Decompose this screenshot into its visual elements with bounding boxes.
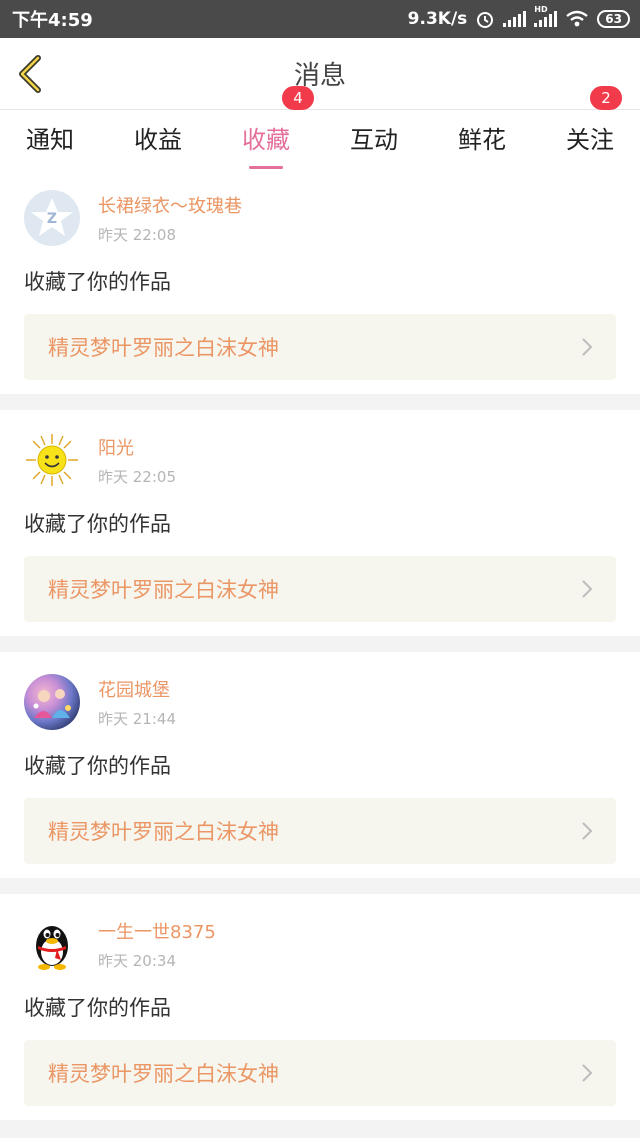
- user-name[interactable]: 长裙绿衣〜玫瑰巷: [98, 192, 242, 218]
- svg-text:Z: Z: [47, 211, 57, 227]
- default-avatar[interactable]: Z: [24, 190, 80, 246]
- follow-badge: 2: [590, 85, 622, 110]
- action-text: 收藏了你的作品: [24, 512, 171, 536]
- list-item: 花园城堡 昨天 21:44 收藏了你的作品 精灵梦叶罗丽之白沫女神: [0, 652, 640, 878]
- alarm-icon: [477, 12, 494, 28]
- status-bar: 下午4:59 9.3K/s HD 63: [0, 0, 640, 38]
- work-title: 精灵梦叶罗丽之白沫女神: [48, 820, 279, 844]
- message-time: 昨天 22:05: [98, 467, 176, 486]
- tab-interaction[interactable]: 互动: [350, 120, 398, 159]
- list-item: 阳光 昨天 22:05 收藏了你的作品 精灵梦叶罗丽之白沫女神: [0, 410, 640, 636]
- chevron-right-icon: [582, 1064, 593, 1082]
- tab-notice[interactable]: 通知: [26, 120, 74, 159]
- tab-follow[interactable]: 关注 2: [566, 85, 622, 159]
- favorites-badge: 4: [282, 85, 314, 110]
- chevron-right-icon: [582, 338, 593, 356]
- tab-label: 互动: [350, 125, 398, 154]
- work-link[interactable]: 精灵梦叶罗丽之白沫女神: [24, 798, 616, 864]
- message-time: 昨天 21:44: [98, 709, 176, 728]
- back-chevron-icon[interactable]: [14, 54, 48, 94]
- tab-label: 关注: [566, 125, 614, 154]
- tab-flowers[interactable]: 鲜花: [458, 120, 506, 159]
- status-time: 下午4:59: [12, 10, 93, 31]
- tab-label: 收藏: [242, 125, 290, 154]
- tab-label: 收益: [134, 125, 182, 154]
- message-time: 昨天 20:34: [98, 951, 176, 970]
- penguin-avatar[interactable]: [24, 916, 80, 972]
- app-header: 消息: [0, 38, 640, 110]
- action-text: 收藏了你的作品: [24, 996, 171, 1020]
- user-name[interactable]: 花园城堡: [98, 676, 176, 702]
- work-title: 精灵梦叶罗丽之白沫女神: [48, 578, 279, 602]
- action-text: 收藏了你的作品: [24, 754, 171, 778]
- work-title: 精灵梦叶罗丽之白沫女神: [48, 1062, 279, 1086]
- action-text: 收藏了你的作品: [24, 270, 171, 294]
- battery-indicator: 63: [597, 10, 630, 28]
- user-name[interactable]: 一生一世8375: [98, 918, 216, 944]
- user-name[interactable]: 阳光: [98, 434, 176, 460]
- sun-avatar[interactable]: [24, 432, 80, 488]
- tab-earnings[interactable]: 收益: [134, 120, 182, 159]
- list-item: 一生一世8375 昨天 20:34 收藏了你的作品 精灵梦叶罗丽之白沫女神: [0, 894, 640, 1120]
- message-list: Z 长裙绿衣〜玫瑰巷 昨天 22:08 收藏了你的作品 精灵梦叶罗丽之白沫女神: [0, 168, 640, 1120]
- work-title: 精灵梦叶罗丽之白沫女神: [48, 336, 279, 360]
- message-time: 昨天 22:08: [98, 225, 176, 244]
- wifi-icon: [566, 10, 589, 27]
- chevron-right-icon: [582, 580, 593, 598]
- work-link[interactable]: 精灵梦叶罗丽之白沫女神: [24, 556, 616, 622]
- hd-label: HD: [534, 5, 548, 14]
- chevron-right-icon: [582, 822, 593, 840]
- tab-label: 鲜花: [458, 125, 506, 154]
- tab-favorites[interactable]: 收藏 4: [242, 85, 314, 159]
- list-item: Z 长裙绿衣〜玫瑰巷 昨天 22:08 收藏了你的作品 精灵梦叶罗丽之白沫女神: [0, 168, 640, 394]
- work-link[interactable]: 精灵梦叶罗丽之白沫女神: [24, 314, 616, 380]
- tab-label: 通知: [26, 125, 74, 154]
- signal-icon: [503, 11, 527, 27]
- tab-bar: 通知 收益 收藏 4 互动 鲜花 关注 2: [0, 85, 640, 168]
- network-speed: 9.3K/s: [407, 9, 468, 29]
- work-link[interactable]: 精灵梦叶罗丽之白沫女神: [24, 1040, 616, 1106]
- photo-avatar[interactable]: [24, 674, 80, 730]
